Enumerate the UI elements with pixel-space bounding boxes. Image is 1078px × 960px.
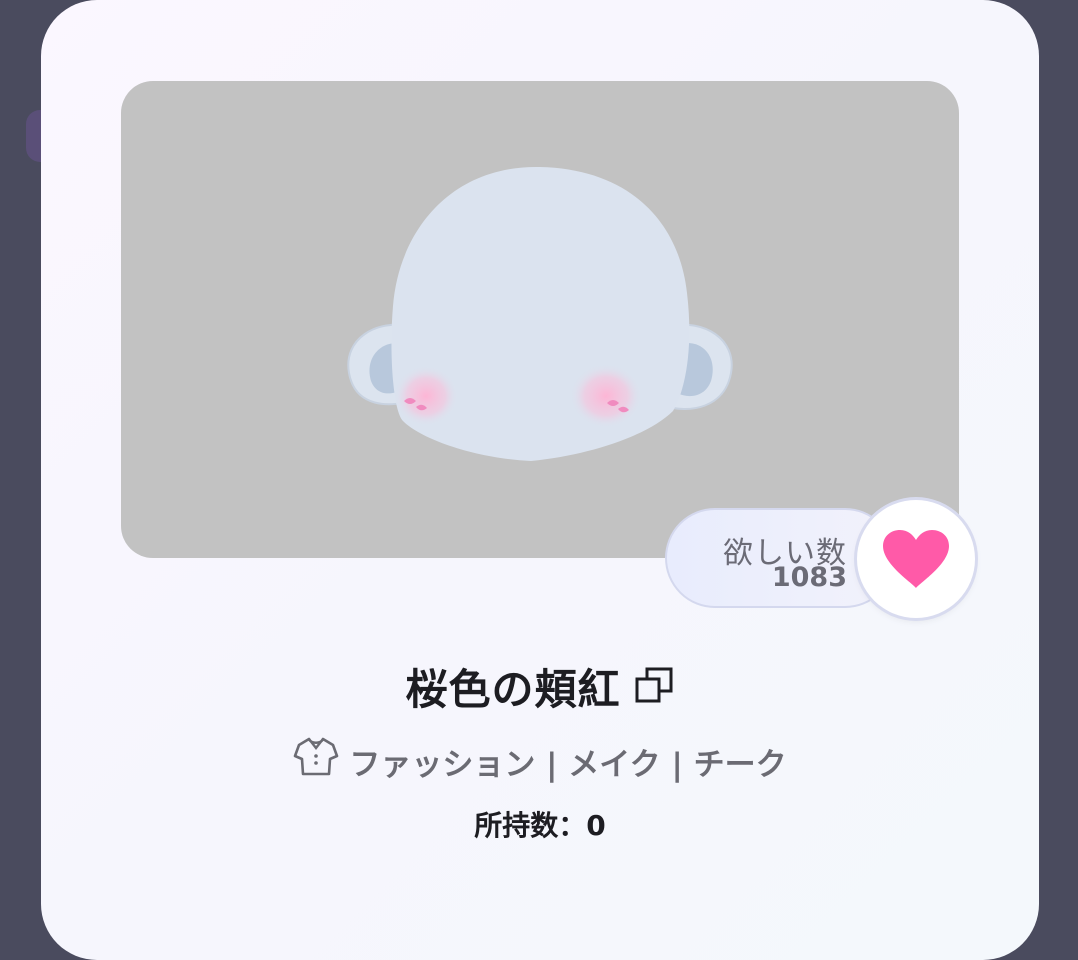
item-preview-image [121,81,959,558]
wish-heart-button[interactable] [857,500,975,618]
heart-icon [883,530,949,588]
item-title-row: 桜色の頬紅 [41,656,1039,717]
item-category-row: ファッション | メイク | チーク [41,736,1039,786]
item-title: 桜色の頬紅 [405,665,621,714]
item-detail-card: 欲しい数 1083 桜色の頬紅 ファッション | メイク | チーク 所持数：0 [41,0,1039,960]
copy-icon[interactable] [635,667,675,707]
item-category: ファッション | メイク | チーク [349,746,787,783]
owned-count: 所持数：0 [474,809,606,842]
owned-count-row: 所持数：0 [41,804,1039,844]
shirt-icon [293,736,339,786]
face-illustration [347,166,733,461]
wish-count: 1083 [771,562,847,593]
